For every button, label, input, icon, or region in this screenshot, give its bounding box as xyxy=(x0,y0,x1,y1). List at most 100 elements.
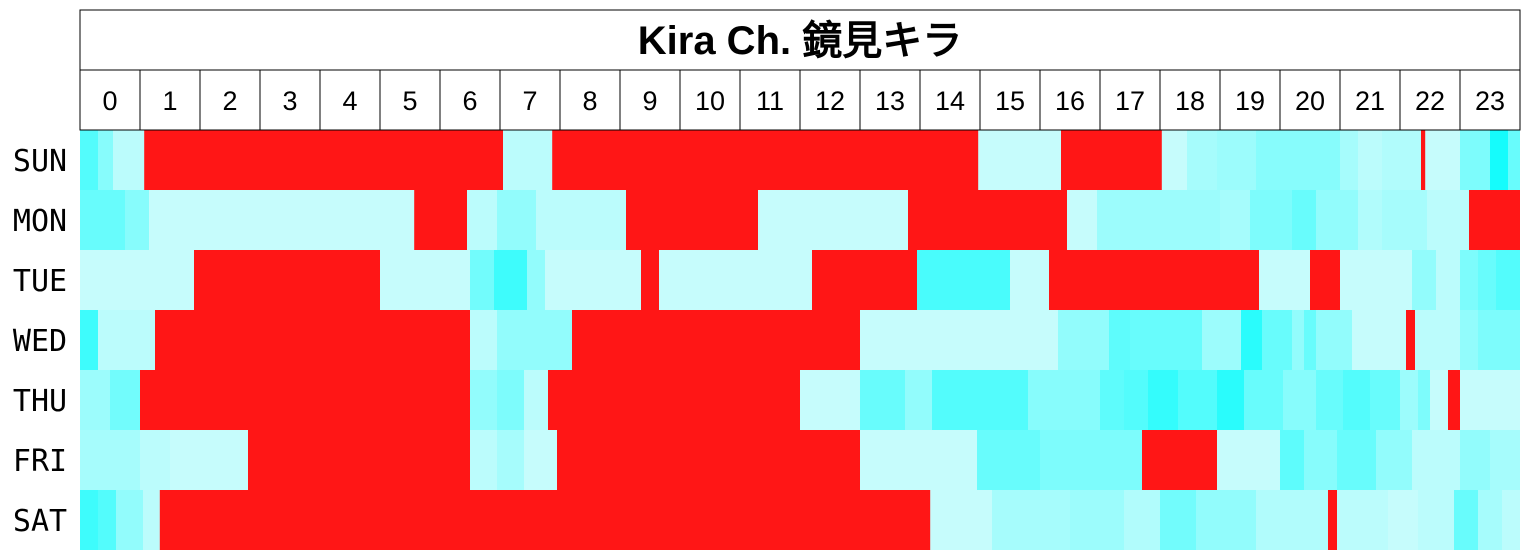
day-label: MON xyxy=(13,204,67,239)
activity-cell xyxy=(1340,130,1358,190)
activity-cell xyxy=(494,250,527,310)
activity-cell xyxy=(497,310,572,370)
activity-cell xyxy=(1316,370,1343,430)
activity-cell xyxy=(1316,190,1358,250)
hour-label: 19 xyxy=(1235,86,1265,116)
activity-cell xyxy=(170,430,248,490)
activity-cell xyxy=(1436,250,1460,310)
activity-cell xyxy=(1418,490,1454,550)
activity-cell xyxy=(1196,490,1256,550)
hour-label: 0 xyxy=(102,86,117,116)
activity-cell xyxy=(1202,310,1241,370)
day-label: SAT xyxy=(13,504,67,539)
activity-cell xyxy=(536,190,626,250)
activity-cell xyxy=(1400,370,1418,430)
activity-cell xyxy=(1160,490,1196,550)
activity-cell xyxy=(113,130,145,190)
activity-cell xyxy=(1316,310,1352,370)
activity-cell xyxy=(1460,430,1490,490)
activity-cell xyxy=(1028,370,1100,430)
live-cell xyxy=(194,250,380,310)
activity-cell xyxy=(758,190,908,250)
live-cell xyxy=(248,430,470,490)
live-cell xyxy=(1061,130,1162,190)
hour-label: 4 xyxy=(342,86,357,116)
live-cell xyxy=(641,250,659,310)
activity-cell xyxy=(1358,130,1382,190)
activity-cell xyxy=(1250,190,1292,250)
activity-cell xyxy=(917,250,1010,310)
hour-label: 22 xyxy=(1415,86,1445,116)
activity-cell xyxy=(1124,370,1148,430)
live-cell xyxy=(1142,430,1217,490)
activity-cell xyxy=(1430,370,1448,430)
activity-cell xyxy=(1280,430,1304,490)
hour-label: 18 xyxy=(1175,86,1205,116)
activity-cell xyxy=(1382,190,1427,250)
activity-cell xyxy=(1337,430,1376,490)
activity-cell xyxy=(1292,190,1316,250)
live-cell xyxy=(1310,250,1340,310)
activity-cell xyxy=(524,370,548,430)
live-cell xyxy=(1250,250,1259,310)
activity-cell xyxy=(1418,370,1430,430)
activity-cell xyxy=(1343,370,1370,430)
activity-cell xyxy=(140,430,170,490)
live-cell xyxy=(414,190,467,250)
live-cell xyxy=(557,430,860,490)
activity-cell xyxy=(116,490,143,550)
activity-cell xyxy=(860,370,905,430)
hour-label: 3 xyxy=(282,86,297,116)
hour-label: 20 xyxy=(1295,86,1325,116)
live-cell xyxy=(548,370,800,430)
activity-cell xyxy=(1058,310,1109,370)
chart-title: Kira Ch. 鏡見キラ xyxy=(638,19,962,63)
activity-cell xyxy=(860,430,977,490)
activity-cell xyxy=(1496,250,1520,310)
day-label: THU xyxy=(13,384,67,419)
day-label: FRI xyxy=(13,444,67,479)
activity-cell xyxy=(1352,310,1406,370)
activity-cell xyxy=(1187,130,1217,190)
activity-cell xyxy=(932,370,1028,430)
hour-label: 16 xyxy=(1055,86,1085,116)
activity-cell xyxy=(1070,490,1124,550)
activity-cell xyxy=(1502,490,1520,550)
activity-cell xyxy=(1100,370,1124,430)
heatmap-cells xyxy=(80,130,1520,550)
activity-cell xyxy=(80,310,98,370)
live-cell xyxy=(1328,490,1337,550)
activity-cell xyxy=(1460,130,1490,190)
activity-cell xyxy=(1178,370,1217,430)
live-cell xyxy=(1448,370,1460,430)
hour-label: 2 xyxy=(222,86,237,116)
activity-cell xyxy=(977,430,1040,490)
activity-cell xyxy=(1478,250,1496,310)
activity-cell xyxy=(1040,430,1142,490)
activity-cell xyxy=(380,250,470,310)
activity-cell xyxy=(1478,490,1502,550)
activity-cell xyxy=(503,130,553,190)
day-label: TUE xyxy=(13,264,67,299)
activity-cell xyxy=(98,130,113,190)
activity-cell xyxy=(497,430,524,490)
activity-cell xyxy=(1256,130,1298,190)
activity-cell xyxy=(800,370,860,430)
live-cell xyxy=(812,250,917,310)
activity-cell xyxy=(905,370,932,430)
activity-cell xyxy=(1109,310,1130,370)
activity-cell xyxy=(1376,430,1412,490)
activity-cell xyxy=(80,130,98,190)
live-cell xyxy=(140,370,470,430)
activity-cell xyxy=(1490,430,1520,490)
live-cell xyxy=(144,130,503,190)
activity-cell xyxy=(470,250,494,310)
activity-cell xyxy=(1460,370,1520,430)
activity-cell xyxy=(1259,250,1310,310)
activity-cell xyxy=(125,190,149,250)
live-cell xyxy=(1406,310,1415,370)
heatmap-chart: Kira Ch. 鏡見キラ 0 1 2 3 4 5 6 7 8 9 10 11 12 13 14 15 16 17… xyxy=(0,0,1530,560)
activity-cell xyxy=(80,430,140,490)
activity-cell xyxy=(545,250,641,310)
day-label: SUN xyxy=(13,144,67,179)
